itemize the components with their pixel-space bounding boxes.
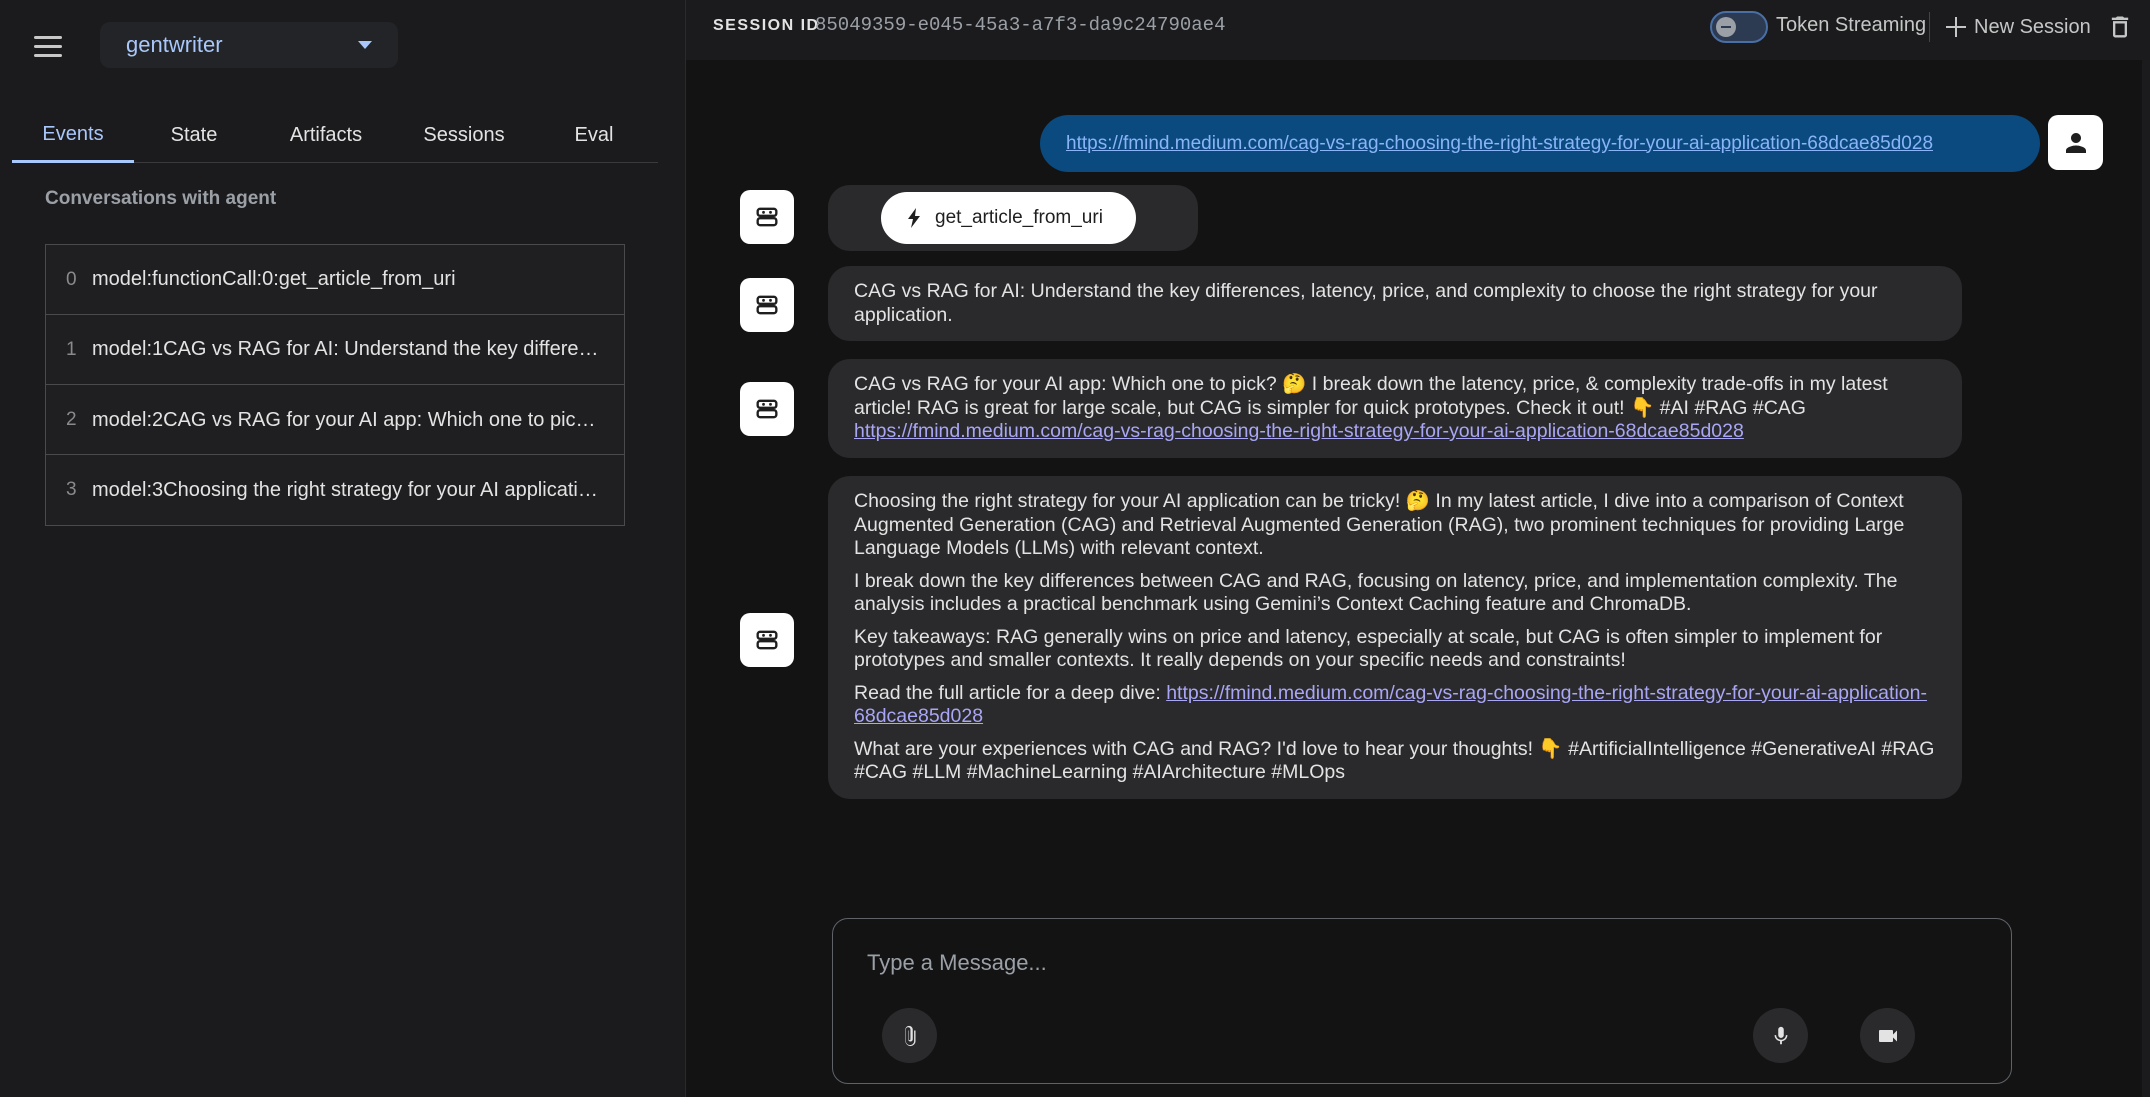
bot-message-text: I break down the key differences between…	[854, 569, 1898, 616]
videocam-icon	[1878, 1029, 1897, 1042]
bot-message-paragraph: Read the full article for a deep dive: h…	[854, 682, 1936, 729]
paperclip-icon	[904, 1025, 915, 1046]
bot-avatar-icon	[740, 278, 794, 332]
conversations-title: Conversations with agent	[45, 188, 277, 209]
plus-icon	[1946, 17, 1966, 37]
conversation-text: model:functionCall:0:get_article_from_ur…	[92, 268, 456, 290]
top-bar: SESSION ID 85049359-e045-45a3-a7f3-da9c2…	[686, 0, 2150, 60]
session-id-value: 85049359-e045-45a3-a7f3-da9c24790ae4	[815, 14, 1226, 36]
app-selector[interactable]: gentwriter	[100, 22, 398, 68]
bot-message-text: Key takeaways: RAG generally wins on pri…	[854, 625, 1883, 672]
tool-call-chip[interactable]: get_article_from_uri	[881, 192, 1136, 244]
bot-message-text: CAG vs RAG for AI: Understand the key di…	[854, 280, 1878, 326]
user-message-row: https://fmind.medium.com/cag-vs-rag-choo…	[1040, 115, 2040, 172]
conversation-item[interactable]: 3 model:3Choosing the right strategy for…	[46, 455, 624, 525]
conversation-item[interactable]: 1 model:1CAG vs RAG for AI: Understand t…	[46, 315, 624, 385]
app-selector-value: gentwriter	[126, 32, 223, 57]
conversation-text: model:2CAG vs RAG for your AI app: Which…	[92, 409, 602, 431]
tab-artifacts[interactable]: Artifacts	[254, 108, 398, 163]
conversation-index: 3	[66, 479, 77, 500]
message-input[interactable]	[867, 943, 1967, 983]
conversation-item[interactable]: 0 model:functionCall:0:get_article_from_…	[46, 245, 624, 315]
caret-down-icon	[358, 41, 372, 49]
conversation-text: model:1CAG vs RAG for AI: Understand the…	[92, 338, 602, 360]
bot-message-bubble: CAG vs RAG for AI: Understand the key di…	[828, 266, 1962, 341]
microphone-icon	[1774, 1026, 1787, 1044]
toggle-knob	[1716, 17, 1736, 37]
menu-icon[interactable]	[28, 28, 68, 64]
attach-button[interactable]	[882, 1008, 937, 1063]
bot-message-text: Choosing the right strategy for your AI …	[854, 490, 1905, 559]
user-avatar-icon	[2048, 115, 2103, 170]
conversation-index: 2	[66, 408, 77, 430]
conversation-index: 1	[66, 338, 77, 360]
tab-eval[interactable]: Eval	[530, 108, 658, 163]
bot-message-text: What are your experiences with CAG and R…	[854, 737, 1935, 784]
chat-area: https://fmind.medium.com/cag-vs-rag-choo…	[686, 60, 2150, 1097]
conversation-item[interactable]: 2 model:2CAG vs RAG for your AI app: Whi…	[46, 385, 624, 455]
user-message-bubble: https://fmind.medium.com/cag-vs-rag-choo…	[1040, 115, 2040, 172]
header-divider	[1929, 12, 1930, 42]
bot-avatar-icon	[740, 382, 794, 436]
tool-call-container: get_article_from_uri	[828, 185, 1198, 251]
article-link[interactable]: https://fmind.medium.com/cag-vs-rag-choo…	[854, 420, 1744, 442]
app-root: gentwriter Events State Artifacts Sessio…	[0, 0, 2150, 1097]
new-session-label: New Session	[1974, 15, 2091, 38]
token-streaming-label: Token Streaming	[1776, 14, 1927, 36]
sidebar-tabs: Events State Artifacts Sessions Eval	[12, 108, 658, 163]
microphone-button[interactable]	[1753, 1008, 1808, 1063]
delete-session-icon[interactable]	[2106, 12, 2134, 42]
bot-message-text: Read the full article for a deep dive:	[854, 681, 1167, 704]
video-button[interactable]	[1860, 1008, 1915, 1063]
user-message-link[interactable]: https://fmind.medium.com/cag-vs-rag-choo…	[1066, 133, 1933, 155]
tab-sessions[interactable]: Sessions	[398, 108, 530, 163]
conversation-text: model:3Choosing the right strategy for y…	[92, 478, 602, 501]
session-id-label: SESSION ID	[713, 17, 820, 34]
conversation-index: 0	[66, 268, 77, 290]
token-streaming-toggle[interactable]	[1710, 11, 1768, 43]
bot-message-bubble: CAG vs RAG for your AI app: Which one to…	[828, 359, 1962, 458]
message-composer	[832, 918, 2012, 1084]
bot-avatar-icon	[740, 613, 794, 667]
sidebar: gentwriter Events State Artifacts Sessio…	[0, 0, 686, 1097]
chat-scrollbar[interactable]	[2142, 60, 2150, 1097]
bolt-icon	[908, 208, 920, 228]
tab-state[interactable]: State	[134, 108, 254, 163]
bot-message-text: CAG vs RAG for your AI app: Which one to…	[854, 373, 1888, 419]
new-session-button[interactable]: New Session	[1946, 12, 2091, 42]
bot-message-bubble: Choosing the right strategy for your AI …	[828, 476, 1962, 799]
tab-events[interactable]: Events	[12, 108, 134, 163]
tool-call-label: get_article_from_uri	[935, 207, 1103, 228]
bot-avatar-icon	[740, 190, 794, 244]
conversation-list: 0 model:functionCall:0:get_article_from_…	[45, 244, 625, 526]
bot-message-paragraph: CAG vs RAG for your AI app: Which one to…	[854, 373, 1936, 444]
